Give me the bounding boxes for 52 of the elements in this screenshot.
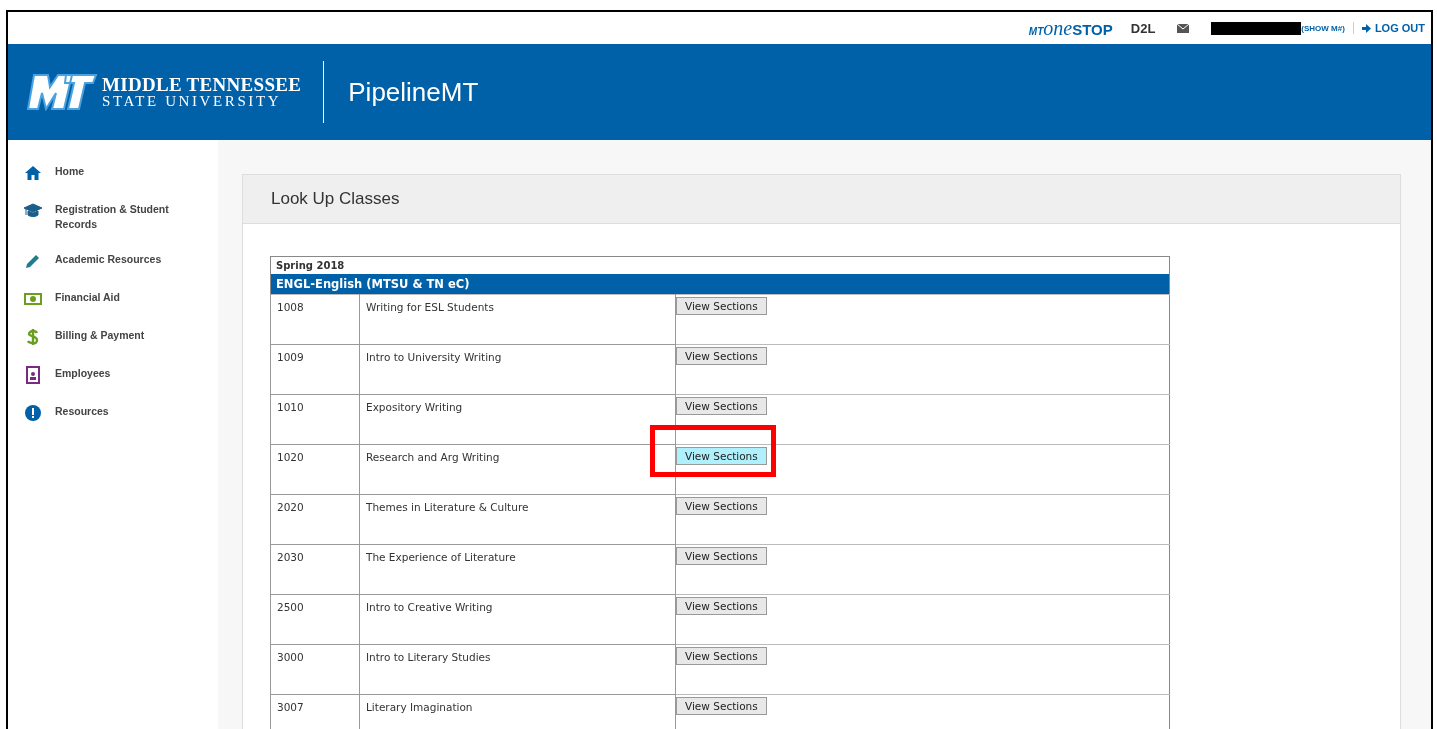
view-sections-button[interactable]: View Sections [676, 547, 767, 565]
course-title-cell: Intro to University Writing [359, 344, 676, 395]
mail-icon[interactable] [1177, 23, 1190, 33]
university-logo-icon [26, 73, 98, 111]
logout-icon [1361, 23, 1372, 33]
sidebar-item[interactable]: Registration & Student Records [24, 202, 189, 232]
logout-link[interactable]: LOG OUT [1361, 22, 1425, 34]
onestop-logo[interactable]: MToneSTOP [1028, 16, 1113, 40]
view-sections-button[interactable]: View Sections [676, 447, 767, 465]
d2l-link[interactable]: D2L [1130, 20, 1156, 36]
sidebar-item[interactable]: Home [24, 164, 189, 182]
view-sections-button[interactable]: View Sections [676, 297, 767, 315]
view-sections-button[interactable]: View Sections [676, 397, 767, 415]
app-title: PipelineMT [348, 76, 479, 108]
course-number-cell: 1010 [270, 394, 360, 445]
view-sections-button[interactable]: View Sections [676, 347, 767, 365]
university-name: MIDDLE TENNESSEE [102, 75, 302, 94]
alert-icon [24, 404, 42, 422]
course-number-cell: 3007 [270, 694, 360, 729]
course-number-cell: 2020 [270, 494, 360, 545]
id-badge-icon [24, 366, 42, 384]
course-title-cell: The Experience of Literature [359, 544, 676, 595]
sidebar-item[interactable]: Billing & Payment [24, 328, 189, 346]
sidebar-item[interactable]: Academic Resources [24, 252, 189, 270]
sidebar-item[interactable]: Employees [24, 366, 189, 384]
course-number-cell: 2030 [270, 544, 360, 595]
view-sections-button[interactable]: View Sections [676, 697, 767, 715]
course-title-cell: Research and Arg Writing [359, 444, 676, 495]
sidebar-item[interactable]: Resources [24, 404, 189, 422]
subject-heading: ENGL-English (MTSU & TN eC) [270, 274, 1170, 295]
sidebar-item[interactable]: Financial Aid [24, 290, 189, 308]
view-sections-button[interactable]: View Sections [676, 647, 767, 665]
term-heading: Spring 2018 [270, 256, 1170, 274]
pencil-icon [24, 252, 42, 270]
view-sections-button[interactable]: View Sections [676, 497, 767, 515]
course-title-cell: Intro to Creative Writing [359, 594, 676, 645]
course-number-cell: 1009 [270, 344, 360, 395]
graduation-cap-icon [24, 202, 42, 220]
university-subtitle: STATE UNIVERSITY [102, 94, 283, 109]
show-id-link[interactable]: (SHOW M#) [1301, 23, 1345, 33]
course-title-cell: Expository Writing [359, 394, 676, 445]
course-number-cell: 1020 [270, 444, 360, 495]
course-title-cell: Themes in Literature & Culture [359, 494, 676, 545]
course-title-cell: Intro to Literary Studies [359, 644, 676, 695]
view-sections-button[interactable]: View Sections [676, 597, 767, 615]
course-number-cell: 1008 [270, 294, 360, 345]
course-number-cell: 3000 [270, 644, 360, 695]
home-icon [24, 164, 42, 182]
panel-title: Look Up Classes [243, 175, 1400, 224]
course-title-cell: Writing for ESL Students [359, 294, 676, 345]
banknote-icon [24, 290, 42, 308]
course-number-cell: 2500 [270, 594, 360, 645]
